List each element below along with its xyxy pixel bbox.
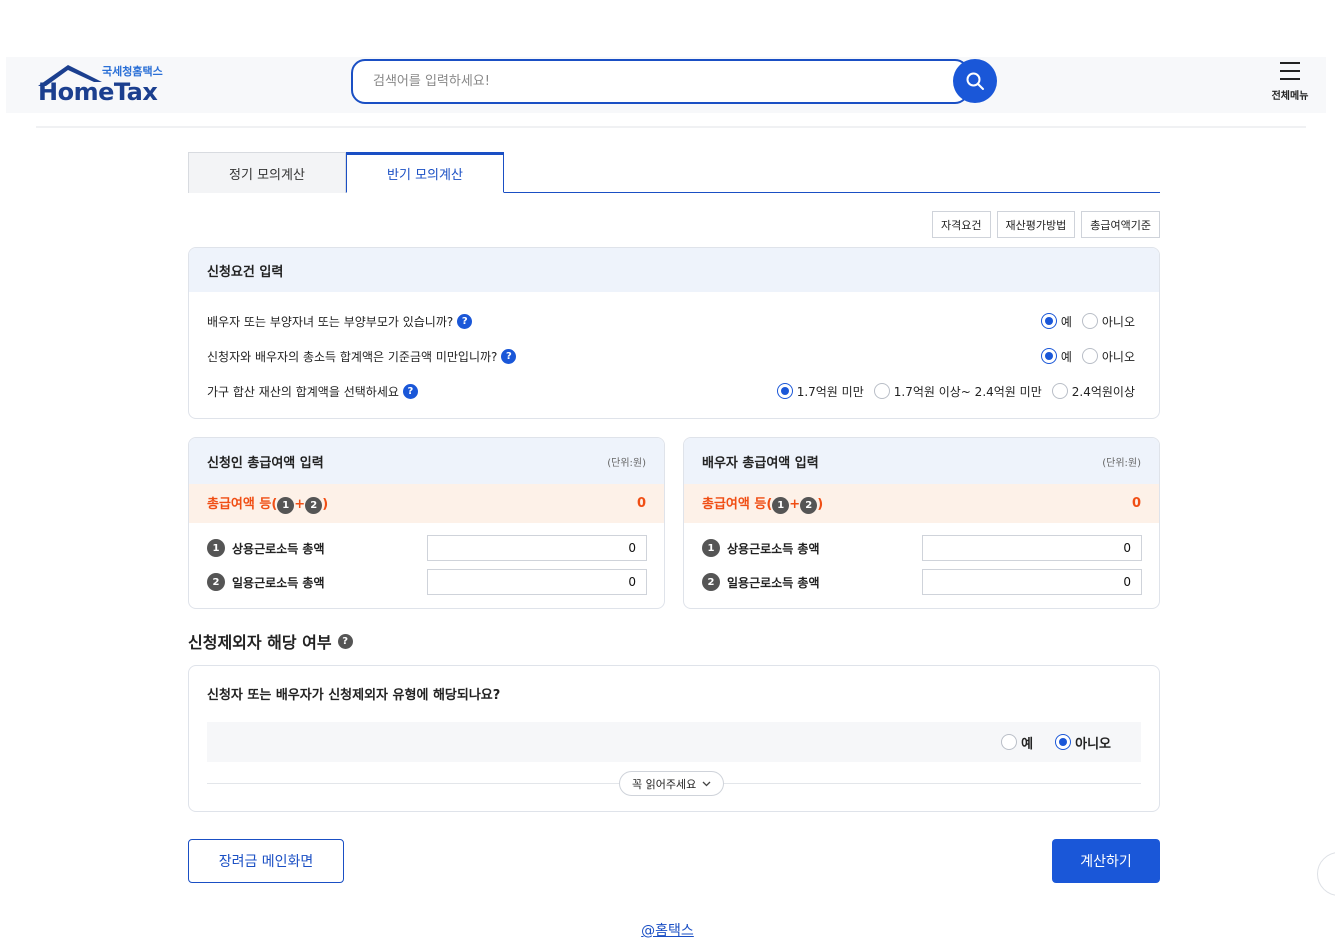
question-text: 가구 합산 재산의 합계액을 선택하세요 <box>207 384 399 399</box>
applicant-total-value: 0 <box>636 496 646 511</box>
chevron-down-icon <box>702 781 711 786</box>
applicant-income-title: 신청인 총급여액 입력 <box>207 455 324 471</box>
row-label: 상용근로소득 총액 <box>232 541 325 556</box>
info-buttons: 자격요건 재산평가방법 총급여액기준 <box>932 211 1160 238</box>
tab-regular[interactable]: 정기 모의계산 <box>188 152 346 193</box>
row-label: 일용근로소득 총액 <box>232 575 325 590</box>
question-text: 신청자와 배우자의 총소득 합계액은 기준금액 미만입니까? <box>207 349 498 364</box>
question-dependents: 배우자 또는 부양자녀 또는 부양부모가 있습니까? ? 예 아니오 <box>207 310 1141 332</box>
read-more-button[interactable]: 꼭 읽어주세요 <box>619 771 725 796</box>
exclusion-panel: 신청자 또는 배우자가 신청제외자 유형에 해당되나요? 예 아니오 꼭 읽어주… <box>188 665 1160 812</box>
number-badge: 2 <box>207 573 225 591</box>
spouse-regular-income-input[interactable] <box>922 535 1142 561</box>
total-label: 총급여액 등( <box>702 497 773 512</box>
number-badge: 1 <box>702 539 720 557</box>
search-button[interactable] <box>953 59 997 103</box>
eligibility-button[interactable]: 자격요건 <box>932 211 991 238</box>
radio-no[interactable] <box>1055 734 1072 750</box>
option-label: 예 <box>1021 736 1034 752</box>
spouse-regular-income-row: 1 상용근로소득 총액 <box>702 534 1142 562</box>
spouse-total-value: 0 <box>1131 496 1141 511</box>
radio-no[interactable] <box>1081 313 1098 329</box>
option-label: 1.7억원 미만 <box>796 384 864 399</box>
scroll-top-button[interactable] <box>1317 852 1335 896</box>
applicant-regular-income-input[interactable] <box>427 535 647 561</box>
unit-label: (단위:원) <box>607 457 646 469</box>
spouse-daily-income-row: 2 일용근로소득 총액 <box>702 568 1142 596</box>
circle-number: 2 <box>305 497 323 514</box>
option-label: 아니오 <box>1101 314 1135 329</box>
spouse-daily-income-input[interactable] <box>922 569 1142 595</box>
applicant-income-panel: 신청인 총급여액 입력 (단위:원) 총급여액 등(1 +2) 0 1 상용근로소… <box>188 437 665 609</box>
exclusion-title: 신청제외자 해당 여부 <box>188 633 332 652</box>
incentive-main-button[interactable]: 장려금 메인화면 <box>188 839 344 883</box>
total-label-end: ) <box>817 497 824 512</box>
unit-label: (단위:원) <box>1102 457 1141 469</box>
applicant-regular-income-row: 1 상용근로소득 총액 <box>207 534 647 562</box>
requirements-title: 신청요건 입력 <box>189 248 1159 292</box>
radio-yes[interactable] <box>1040 313 1057 329</box>
calc-tabs: 정기 모의계산 반기 모의계산 <box>188 152 1160 193</box>
tab-half-year[interactable]: 반기 모의계산 <box>346 152 504 193</box>
number-badge: 2 <box>702 573 720 591</box>
exclusion-question: 신청자 또는 배우자가 신청제외자 유형에 해당되나요? <box>207 688 501 703</box>
radio-no[interactable] <box>1081 348 1098 364</box>
circle-number: 1 <box>772 497 790 514</box>
help-icon[interactable]: ? <box>501 348 517 364</box>
option-label: 예 <box>1060 349 1072 364</box>
asset-valuation-button[interactable]: 재산평가방법 <box>996 211 1076 238</box>
circle-number: 2 <box>800 497 818 514</box>
number-badge: 1 <box>207 539 225 557</box>
total-label-end: ) <box>322 497 329 512</box>
question-text: 배우자 또는 부양자녀 또는 부양부모가 있습니까? <box>207 314 454 329</box>
radio-yes[interactable] <box>1040 348 1057 364</box>
option-label: 아니오 <box>1101 349 1135 364</box>
footer-link[interactable]: @홈택스 <box>0 920 1335 940</box>
read-more-label: 꼭 읽어주세요 <box>632 777 697 791</box>
all-menu-button[interactable]: 전체메뉴 <box>1262 60 1318 106</box>
all-menu-label: 전체메뉴 <box>1271 91 1309 102</box>
applicant-daily-income-input[interactable] <box>427 569 647 595</box>
spouse-total-row: 총급여액 등(1 +2) 0 <box>684 484 1159 523</box>
help-icon[interactable]: ? <box>457 313 473 329</box>
circle-number: 1 <box>277 497 295 514</box>
hamburger-icon <box>1280 62 1300 80</box>
total-label: 총급여액 등( <box>207 497 278 512</box>
radio-assets-under-1-7[interactable] <box>776 383 793 399</box>
question-household-assets: 가구 합산 재산의 합계액을 선택하세요 ? 1.7억원 미만 1.7억원 이상… <box>207 380 1141 402</box>
header-divider <box>36 126 1306 128</box>
income-criteria-button[interactable]: 총급여액기준 <box>1081 211 1160 238</box>
spouse-income-title: 배우자 총급여액 입력 <box>702 455 819 471</box>
radio-yes[interactable] <box>1001 734 1018 750</box>
search-icon <box>966 72 984 90</box>
search-input[interactable] <box>351 59 969 104</box>
search-bar <box>351 59 997 104</box>
plus-sign: + <box>789 497 801 512</box>
option-label: 예 <box>1060 314 1072 329</box>
radio-assets-1-7-to-2-4[interactable] <box>873 383 890 399</box>
plus-sign: + <box>294 497 306 512</box>
applicant-daily-income-row: 2 일용근로소득 총액 <box>207 568 647 596</box>
radio-assets-over-2-4[interactable] <box>1051 383 1068 399</box>
logo-subtitle: 국세청홈택스 <box>102 65 163 78</box>
exclusion-section-title: 신청제외자 해당 여부 ? <box>188 629 353 653</box>
option-label: 1.7억원 이상~ 2.4억원 미만 <box>893 384 1042 399</box>
help-icon[interactable]: ? <box>402 383 418 399</box>
exclusion-options: 예 아니오 <box>207 722 1141 762</box>
calculate-button[interactable]: 계산하기 <box>1052 839 1160 883</box>
logo-title: HomeTax <box>38 78 158 106</box>
row-label: 상용근로소득 총액 <box>727 541 820 556</box>
spouse-income-panel: 배우자 총급여액 입력 (단위:원) 총급여액 등(1 +2) 0 1 상용근로소… <box>683 437 1160 609</box>
option-label: 아니오 <box>1075 736 1111 752</box>
hometax-logo[interactable]: 국세청홈택스 HomeTax <box>36 60 176 108</box>
row-label: 일용근로소득 총액 <box>727 575 820 590</box>
requirements-panel: 신청요건 입력 배우자 또는 부양자녀 또는 부양부모가 있습니까? ? 예 아… <box>188 247 1160 419</box>
option-label: 2.4억원이상 <box>1071 384 1135 399</box>
help-icon[interactable]: ? <box>337 633 353 649</box>
question-income-total: 신청자와 배우자의 총소득 합계액은 기준금액 미만입니까? ? 예 아니오 <box>207 345 1141 367</box>
applicant-total-row: 총급여액 등(1 +2) 0 <box>189 484 664 523</box>
